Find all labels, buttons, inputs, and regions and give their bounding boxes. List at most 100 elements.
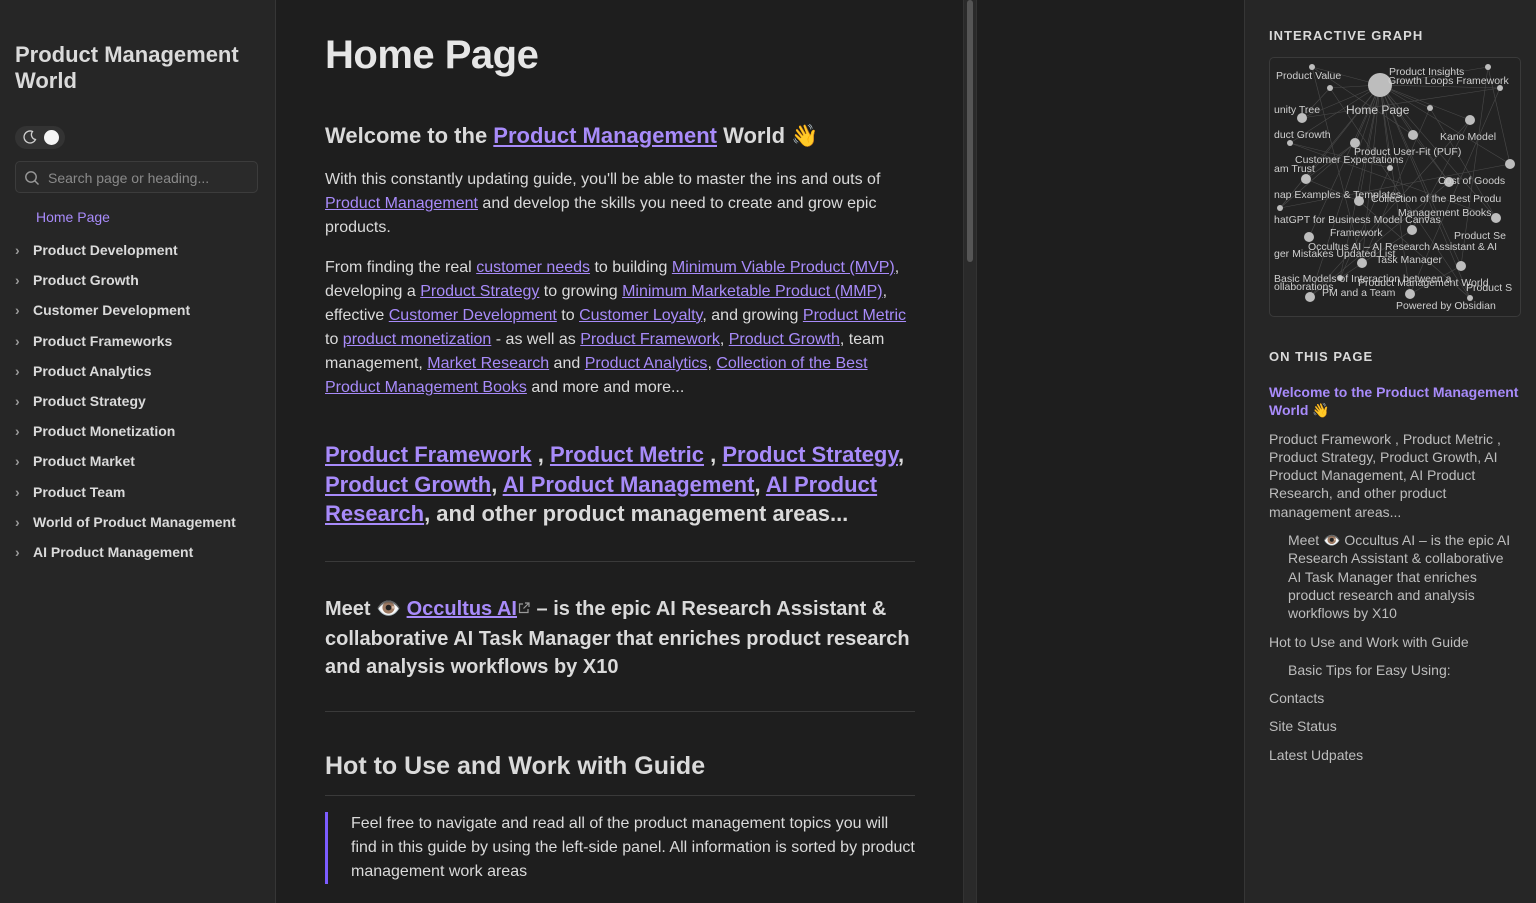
link-product-strategy[interactable]: Product Strategy [420,283,539,300]
sidebar-item-product-monetization[interactable]: › Product Monetization [15,416,265,446]
sidebar-item-product-frameworks[interactable]: › Product Frameworks [15,326,265,356]
separator: , [754,471,766,497]
chevron-right-icon: › [15,423,20,440]
sidebar-item-label: AI Product Management [33,543,194,560]
chevron-right-icon: › [15,393,20,410]
link-mmp[interactable]: Minimum Marketable Product (MMP) [622,283,883,300]
sidebar-item-home[interactable]: Home Page [36,209,110,225]
graph-label: Collection of the Best Produ [1371,193,1501,205]
link-market-research[interactable]: Market Research [427,355,549,372]
main-scrollbar[interactable] [963,0,977,903]
toc-item-welcome[interactable]: Welcome to the Product Management World … [1269,383,1519,420]
graph-node[interactable] [1277,205,1283,211]
meet-heading: Meet 👁️ Occultus AI – is the epic AI Res… [325,595,915,682]
link-product-management[interactable]: Product Management [493,123,717,148]
sidebar-item-product-strategy[interactable]: › Product Strategy [15,386,265,416]
link-product-framework-big[interactable]: Product Framework [325,442,532,467]
sidebar-item-label: Product Market [33,453,135,470]
scrollbar-thumb[interactable] [967,0,973,262]
sidebar-item-world-of-product-management[interactable]: › World of Product Management [15,507,265,537]
graph-label: Task Manager [1376,254,1442,266]
link-product-framework[interactable]: Product Framework [580,331,720,348]
text: , and growing [702,307,803,324]
toc-item-meet[interactable]: Meet 👁️ Occultus AI – is the epic AI Res… [1288,531,1519,622]
sidebar-item-product-market[interactable]: › Product Market [15,446,265,476]
link-product-analytics[interactable]: Product Analytics [585,355,708,372]
graph-labels: Product Value Product Insights Growth Lo… [1274,66,1512,312]
sidebar-item-product-team[interactable]: › Product Team [15,477,265,507]
sidebar-item-product-analytics[interactable]: › Product Analytics [15,356,265,386]
graph-label: Growth Loops Framework [1388,75,1510,87]
link-occultus-ai[interactable]: Occultus AI [407,598,531,620]
text: - as well as [491,331,581,348]
graph-node[interactable] [1465,115,1475,125]
toc-item-contacts[interactable]: Contacts [1269,689,1519,707]
graph-label: Product Value [1276,70,1341,82]
toc-item-site-status[interactable]: Site Status [1269,717,1519,735]
link-customer-development[interactable]: Customer Development [389,307,557,324]
graph-node[interactable] [1407,225,1417,235]
toc-title: ON THIS PAGE [1269,349,1374,364]
link-label: Occultus AI [406,598,517,620]
text: Meet 👁️ [325,598,407,620]
welcome-post: World 👋 [717,123,819,148]
graph-node[interactable] [1301,174,1311,184]
link-product-management-2[interactable]: Product Management [325,195,478,212]
guide-blockquote: Feel free to navigate and read all of th… [325,812,915,884]
graph-label: Framework [1330,227,1383,239]
graph-node[interactable] [1427,105,1433,111]
link-mvp[interactable]: Minimum Viable Product (MVP) [672,259,895,276]
search-box[interactable] [15,161,258,193]
link-product-strategy-big[interactable]: Product Strategy [722,442,898,467]
graph-title: INTERACTIVE GRAPH [1269,28,1424,43]
graph-node[interactable] [1408,130,1418,140]
link-product-growth-big[interactable]: Product Growth [325,472,491,497]
toc-item-guide[interactable]: Hot to Use and Work with Guide [1269,633,1519,651]
graph-canvas[interactable]: Product Value Product Insights Growth Lo… [1270,58,1520,316]
graph-node[interactable] [1505,159,1515,169]
right-panel: INTERACTIVE GRAPH Product Value Product … [1244,0,1536,903]
sidebar-item-customer-development[interactable]: › Customer Development [15,295,265,325]
toc-item-latest-updates[interactable]: Latest Udpates [1269,746,1519,764]
site-title[interactable]: Product Management World [15,42,255,94]
graph-label: Management Books [1398,207,1491,219]
graph-node[interactable] [1327,85,1333,91]
text: to [325,331,343,348]
areas-heading: Product Framework , Product Metric , Pro… [325,440,915,529]
intro-paragraph: With this constantly updating guide, you… [325,168,915,240]
link-ai-product-management-big[interactable]: AI Product Management [503,472,755,497]
chevron-right-icon: › [15,302,20,319]
graph-node[interactable] [1405,289,1415,299]
graph-node[interactable] [1485,64,1491,70]
theme-toggle[interactable] [15,126,65,149]
topics-paragraph: From finding the real customer needs to … [325,256,915,400]
text: and more and more... [526,379,685,396]
sidebar-item-ai-product-management[interactable]: › AI Product Management [15,537,265,567]
text: , [719,331,729,348]
link-product-metric[interactable]: Product Metric [803,307,906,324]
sidebar-item-label: Product Development [33,242,178,259]
link-customer-needs[interactable]: customer needs [476,259,590,276]
sidebar-item-product-development[interactable]: › Product Development [15,235,265,265]
text: to building [590,259,672,276]
search-input[interactable] [46,164,255,192]
graph-label: am Trust [1274,163,1315,175]
graph-label: unity Tree [1274,104,1320,116]
graph-node[interactable] [1305,292,1315,302]
interactive-graph[interactable]: Product Value Product Insights Growth Lo… [1269,57,1521,317]
graph-node[interactable] [1491,213,1501,223]
toc-item-tips[interactable]: Basic Tips for Easy Using: [1288,661,1519,679]
chevron-right-icon: › [15,513,20,530]
toc-item-areas[interactable]: Product Framework , Product Metric , Pro… [1269,430,1519,521]
link-product-growth[interactable]: Product Growth [729,331,840,348]
graph-node[interactable] [1456,261,1466,271]
chevron-right-icon: › [15,362,20,379]
link-product-metric-big[interactable]: Product Metric [550,442,704,467]
toggle-knob [44,130,59,145]
sidebar-item-product-growth[interactable]: › Product Growth [15,265,265,295]
sidebar-item-label: Product Frameworks [33,332,173,349]
link-product-monetization[interactable]: product monetization [343,331,492,348]
link-customer-loyalty[interactable]: Customer Loyalty [579,307,702,324]
search-icon [24,170,40,191]
separator: , [531,442,550,467]
